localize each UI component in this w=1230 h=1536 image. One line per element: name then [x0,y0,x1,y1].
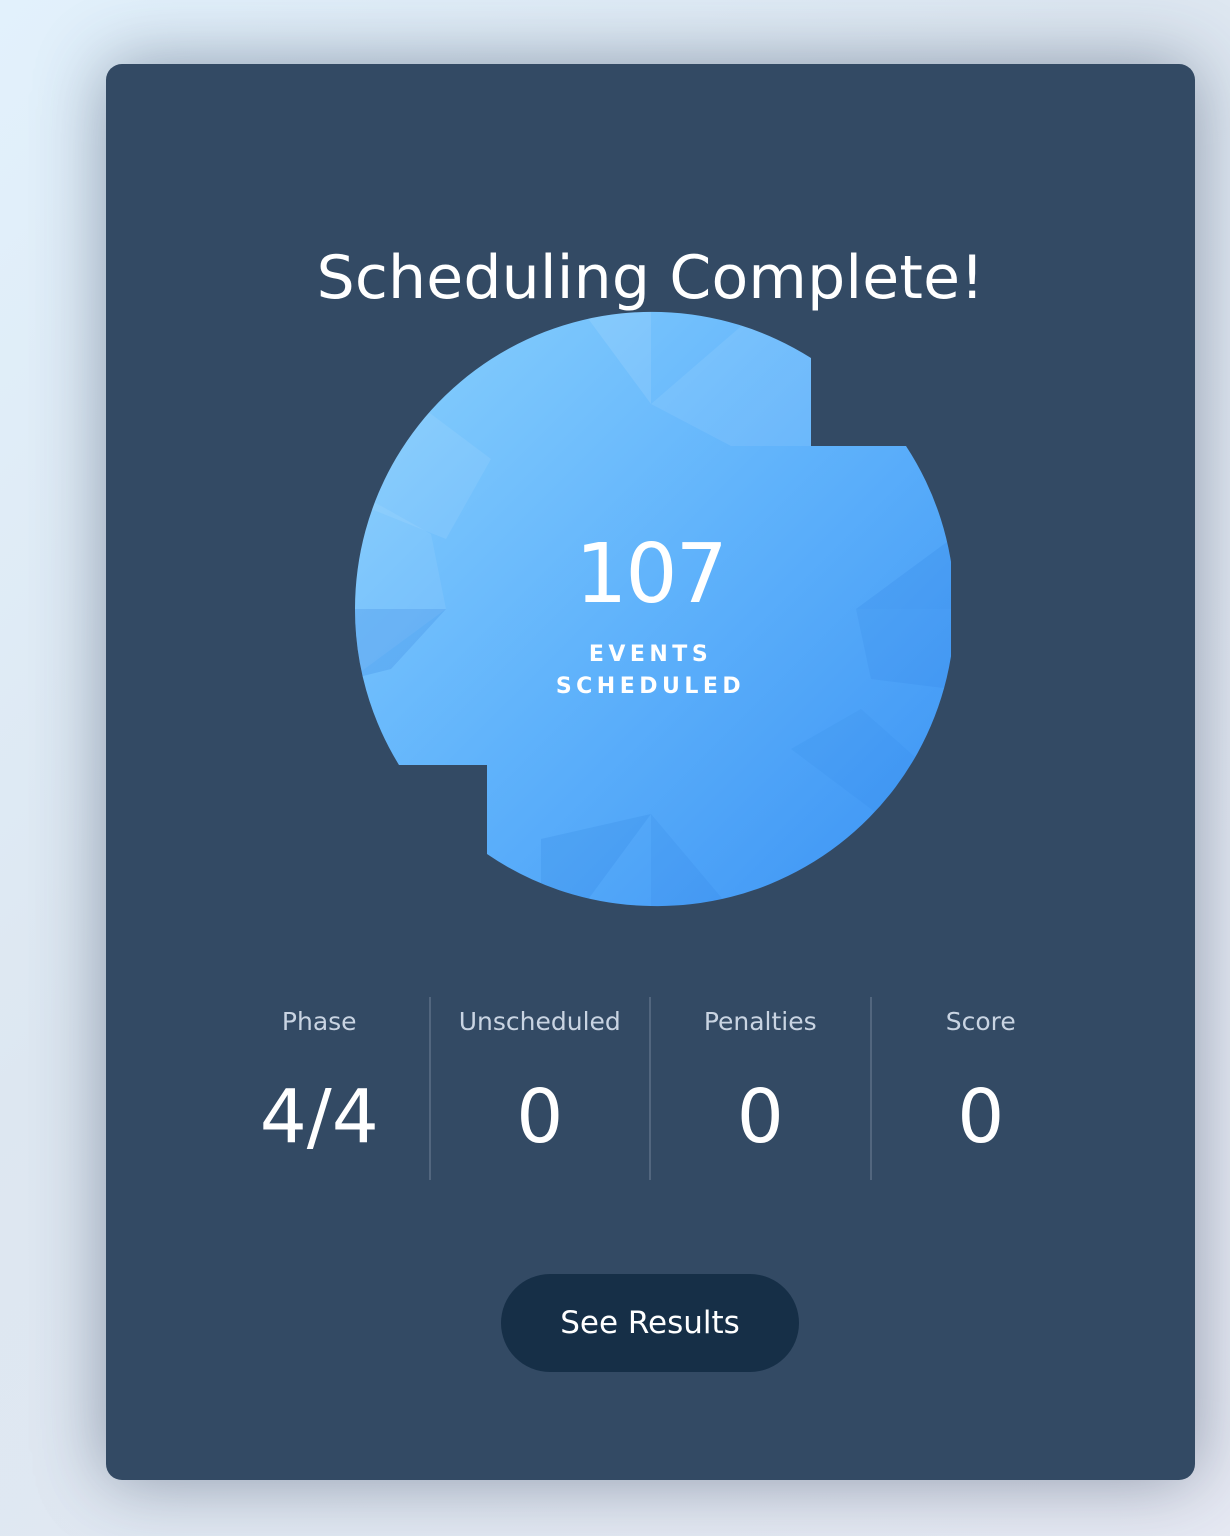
stat-phase: Phase 4/4 [210,997,429,1180]
stat-value: 4/4 [259,1074,379,1160]
stat-value: 0 [516,1074,564,1160]
stat-label: Phase [281,1007,357,1036]
stat-unscheduled: Unscheduled 0 [428,997,650,1180]
stat-score: Score 0 [869,997,1091,1180]
stat-penalties: Penalties 0 [649,997,870,1180]
stat-label: Score [945,1007,1016,1036]
stat-value: 0 [736,1074,784,1160]
dialog-title: Scheduling Complete! [316,243,985,313]
stat-label: Unscheduled [458,1007,621,1036]
stat-label: Penalties [703,1007,817,1036]
events-scheduled-count: 107 [575,527,728,622]
events-scheduled-label: EVENTS SCHEDULED [555,642,746,699]
stat-value: 0 [957,1074,1005,1160]
completion-card: Scheduling Complete! 107 EVENTS SCHEDULE… [106,64,1195,1480]
stats-row: Phase 4/4 Unscheduled 0 Penalties 0 Scor… [210,997,1090,1180]
see-results-button[interactable]: See Results [501,1274,799,1372]
